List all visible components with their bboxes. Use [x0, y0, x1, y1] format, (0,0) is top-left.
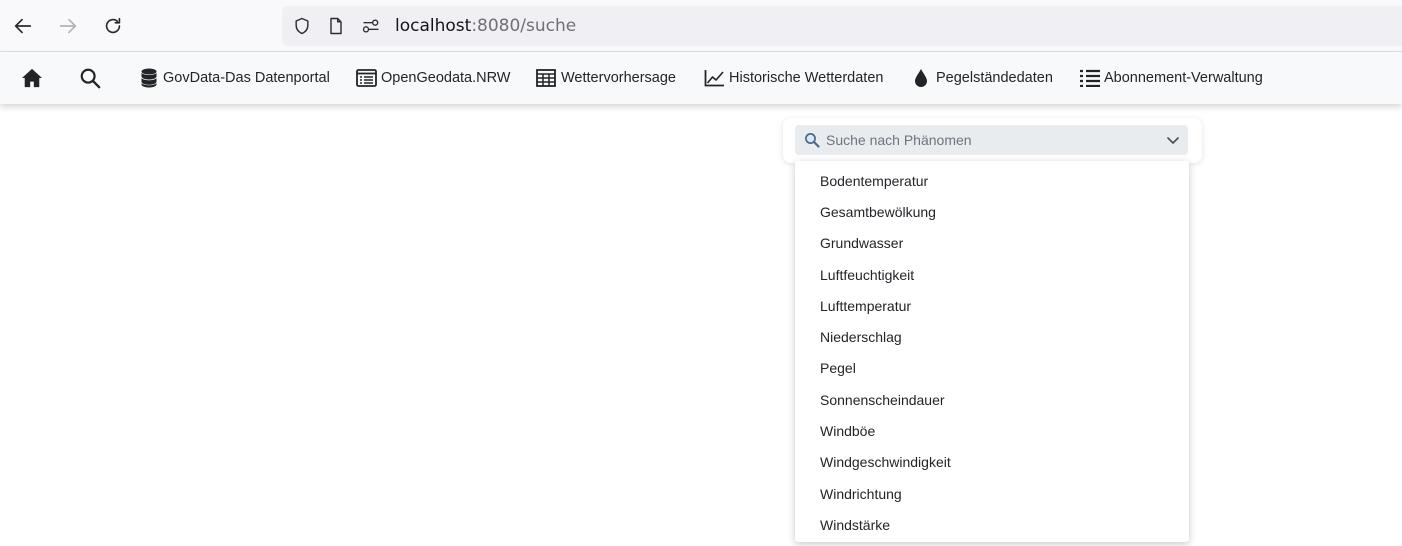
droplet-icon [912, 67, 930, 89]
nav-link-label: GovData-Das Datenportal [163, 70, 330, 86]
search-card: Suche nach Phänomen [783, 118, 1202, 163]
url-path: :8080/suche [471, 16, 577, 36]
option-item[interactable]: Luftfeuchtigkeit [795, 259, 1189, 290]
option-list: Bodentemperatur Gesamtbewölkung Grundwas… [795, 161, 1189, 541]
search-link[interactable] [78, 66, 102, 90]
option-item[interactable]: Windböe [795, 415, 1189, 446]
reload-icon [105, 17, 121, 34]
arrow-left-icon [14, 18, 32, 34]
database-icon [139, 67, 159, 89]
home-link[interactable] [20, 66, 44, 90]
nav-link-abonnement[interactable]: Abonnement-Verwaltung [1079, 66, 1263, 90]
option-item[interactable]: Pegel [795, 353, 1189, 384]
back-button[interactable] [6, 8, 40, 44]
nav-link-label: Wettervorhersage [561, 70, 676, 86]
arrow-right-icon [59, 18, 77, 34]
phenomenon-dropdown: Bodentemperatur Gesamtbewölkung Grundwas… [795, 161, 1189, 542]
reload-button[interactable] [96, 8, 130, 44]
url-host: localhost [395, 16, 472, 36]
nav-link-govdata[interactable]: GovData-Das Datenportal [139, 66, 330, 90]
option-item[interactable]: Windstärke [795, 509, 1189, 540]
nav-link-wettervorhersage[interactable]: Wettervorhersage [535, 66, 676, 90]
forward-button[interactable] [51, 8, 85, 44]
chevron-down-icon[interactable] [1166, 133, 1180, 147]
phenomenon-search-select[interactable]: Suche nach Phänomen [795, 125, 1188, 155]
nav-link-historische-wetterdaten[interactable]: Historische Wetterdaten [703, 66, 883, 90]
browser-toolbar: localhost:8080/suche [0, 0, 1402, 52]
nav-link-label: Historische Wetterdaten [729, 70, 884, 86]
permissions-icon[interactable] [360, 15, 382, 37]
nav-link-label: OpenGeodata.NRW [381, 70, 511, 86]
nav-link-pegelstaende[interactable]: Pegelständedaten [912, 66, 1053, 90]
page-icon[interactable] [325, 15, 347, 37]
shield-icon[interactable] [291, 15, 313, 37]
window-list-icon [355, 67, 377, 89]
url-text[interactable]: localhost:8080/suche [395, 16, 576, 36]
search-icon [80, 68, 101, 89]
app-navbar: GovData-Das Datenportal OpenGeodata.NRW … [0, 52, 1402, 104]
table-icon [535, 67, 557, 89]
nav-link-label: Abonnement-Verwaltung [1104, 70, 1263, 86]
nav-link-opengeodata[interactable]: OpenGeodata.NRW [355, 66, 511, 90]
nav-link-label: Pegelständedaten [936, 70, 1053, 86]
option-item[interactable]: Bodentemperatur [795, 165, 1189, 196]
option-item[interactable]: Grundwasser [795, 228, 1189, 259]
home-icon [22, 68, 42, 88]
option-item[interactable]: Lufttemperatur [795, 290, 1189, 321]
option-item[interactable]: Windgeschwindigkeit [795, 447, 1189, 478]
option-item[interactable]: Windrichtung [795, 478, 1189, 509]
url-bar[interactable]: localhost:8080/suche [282, 6, 1402, 46]
search-placeholder: Suche nach Phänomen [826, 132, 972, 148]
line-chart-icon [703, 67, 725, 89]
option-item[interactable]: Gesamtbewölkung [795, 196, 1189, 227]
option-item[interactable]: Sonnenscheindauer [795, 384, 1189, 415]
list-icon [1079, 67, 1101, 89]
option-item[interactable]: Niederschlag [795, 321, 1189, 352]
magnifier-icon [805, 133, 820, 148]
